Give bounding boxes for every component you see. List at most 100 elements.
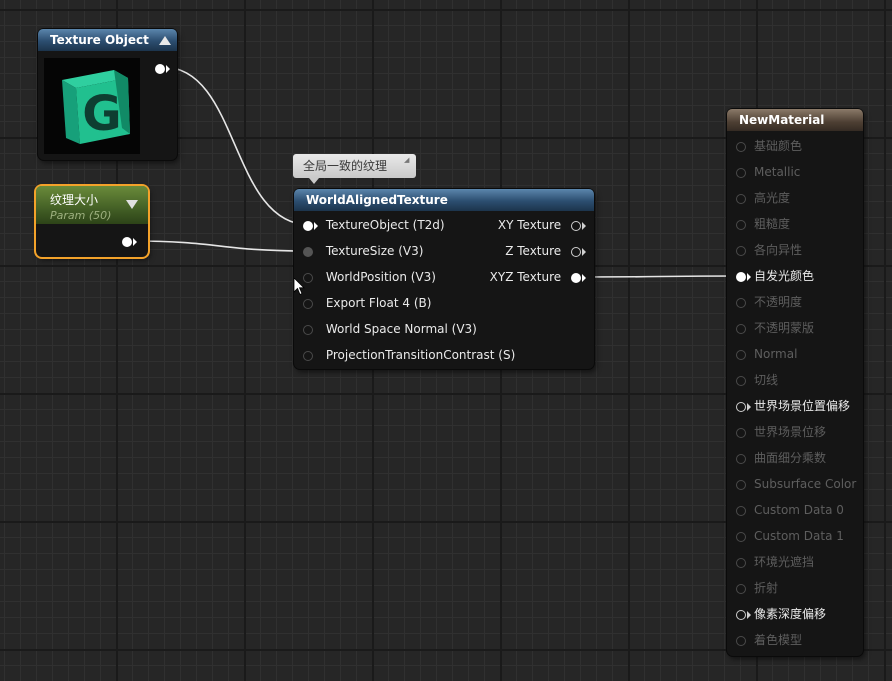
output-pin-icon[interactable] bbox=[571, 246, 581, 257]
input-pin-icon[interactable] bbox=[736, 609, 746, 620]
texture-object-header[interactable]: Texture Object bbox=[38, 29, 177, 51]
input-pin-icon[interactable] bbox=[736, 635, 746, 646]
material-input-subsurface-color[interactable]: Subsurface Color bbox=[736, 471, 856, 497]
output-label: Z Texture bbox=[505, 244, 562, 258]
input-label: Custom Data 0 bbox=[754, 503, 844, 517]
input-world-space-normal[interactable]: World Space Normal (V3) bbox=[303, 316, 477, 342]
texture-object-node[interactable]: Texture Object G bbox=[38, 29, 177, 160]
input-label: 自发光颜色 bbox=[754, 269, 815, 283]
input-label: 像素深度偏移 bbox=[754, 607, 827, 621]
input-pin-icon[interactable] bbox=[736, 427, 746, 438]
input-pin-icon[interactable] bbox=[736, 401, 746, 412]
svg-text:G: G bbox=[82, 86, 121, 142]
material-input-opacity[interactable]: 不透明度 bbox=[736, 289, 802, 315]
input-world-position[interactable]: WorldPosition (V3) bbox=[303, 264, 436, 290]
input-pin-icon[interactable] bbox=[736, 557, 746, 568]
input-pin-icon[interactable] bbox=[736, 531, 746, 542]
input-pin-icon[interactable] bbox=[736, 505, 746, 516]
input-pin-icon[interactable] bbox=[736, 167, 746, 178]
material-input-tangent[interactable]: 切线 bbox=[736, 367, 778, 393]
input-label: ProjectionTransitionContrast (S) bbox=[325, 348, 516, 362]
input-pin-icon[interactable] bbox=[736, 193, 746, 204]
input-label: World Space Normal (V3) bbox=[325, 322, 477, 336]
input-pin-icon[interactable] bbox=[736, 479, 746, 490]
dropdown-arrow-icon[interactable] bbox=[126, 200, 138, 209]
texture-thumbnail: G bbox=[44, 58, 140, 154]
material-input-custom-data-1[interactable]: Custom Data 1 bbox=[736, 523, 844, 549]
output-pin-icon[interactable] bbox=[155, 63, 165, 74]
output-xy-texture[interactable]: XY Texture bbox=[498, 212, 586, 238]
material-input-refraction[interactable]: 折射 bbox=[736, 575, 778, 601]
output-label: XYZ Texture bbox=[489, 270, 562, 284]
material-input-ambient-occlusion[interactable]: 环境光遮挡 bbox=[736, 549, 814, 575]
input-pin-icon[interactable] bbox=[736, 349, 746, 360]
input-pin-icon[interactable] bbox=[736, 245, 746, 256]
material-input-metallic[interactable]: Metallic bbox=[736, 159, 800, 185]
input-label: 世界场景位移 bbox=[754, 425, 827, 439]
material-input-emissive[interactable]: 自发光颜色 bbox=[736, 263, 814, 289]
input-pin-icon[interactable] bbox=[736, 375, 746, 386]
material-input-specular[interactable]: 高光度 bbox=[736, 185, 790, 211]
input-pin-icon[interactable] bbox=[303, 298, 313, 309]
input-label: TextureObject (T2d) bbox=[325, 218, 445, 232]
material-input-tessellation-multiplier[interactable]: 曲面细分乘数 bbox=[736, 445, 826, 471]
input-label: Subsurface Color bbox=[754, 477, 857, 491]
material-input-custom-data-0[interactable]: Custom Data 0 bbox=[736, 497, 844, 523]
material-input-world-displacement[interactable]: 世界场景位移 bbox=[736, 419, 826, 445]
input-pin-icon[interactable] bbox=[736, 219, 746, 230]
pushpin-icon[interactable]: ◢ bbox=[404, 157, 413, 164]
texture-object-output[interactable] bbox=[155, 55, 170, 81]
input-pin-icon[interactable] bbox=[736, 271, 746, 282]
output-pin-icon[interactable] bbox=[122, 236, 132, 247]
input-pin-icon[interactable] bbox=[303, 246, 313, 257]
pin-arrow-icon bbox=[314, 300, 318, 308]
texture-size-param-node[interactable]: 纹理大小 Param (50) bbox=[36, 186, 148, 257]
output-pin-icon[interactable] bbox=[571, 272, 581, 283]
pin-arrow-icon bbox=[747, 610, 751, 619]
pin-arrow-icon bbox=[582, 221, 586, 230]
input-projection-contrast[interactable]: ProjectionTransitionContrast (S) bbox=[303, 342, 515, 368]
input-pin-icon[interactable] bbox=[736, 453, 746, 464]
input-pin-icon[interactable] bbox=[736, 297, 746, 308]
input-pin-icon[interactable] bbox=[303, 324, 313, 335]
output-xyz-texture[interactable]: XYZ Texture bbox=[490, 264, 586, 290]
param-header[interactable]: 纹理大小 Param (50) bbox=[36, 186, 148, 224]
material-input-roughness[interactable]: 粗糙度 bbox=[736, 211, 790, 237]
input-pin-icon[interactable] bbox=[303, 350, 313, 361]
input-pin-icon[interactable] bbox=[736, 323, 746, 334]
input-export-float4[interactable]: Export Float 4 (B) bbox=[303, 290, 431, 316]
input-pin-icon[interactable] bbox=[736, 141, 746, 152]
input-label: 曲面细分乘数 bbox=[754, 451, 827, 465]
world-aligned-texture-title: WorldAlignedTexture bbox=[306, 193, 448, 207]
new-material-node[interactable]: NewMaterial 基础颜色 Metallic 高光度 粗糙度 各向异性 自… bbox=[727, 109, 863, 656]
wire-texture-object bbox=[162, 66, 311, 226]
pin-arrow-icon bbox=[166, 64, 170, 73]
wire-texture-size bbox=[131, 240, 308, 252]
new-material-header[interactable]: NewMaterial bbox=[727, 109, 863, 131]
comment-bubble[interactable]: 全局一致的纹理 ◢ bbox=[293, 154, 416, 184]
input-label: 不透明蒙版 bbox=[754, 321, 815, 335]
material-input-shading-model[interactable]: 着色模型 bbox=[736, 627, 802, 653]
material-input-opacity-mask[interactable]: 不透明蒙版 bbox=[736, 315, 814, 341]
input-label: 基础颜色 bbox=[754, 139, 803, 153]
pin-arrow-icon bbox=[747, 402, 751, 411]
material-input-pixel-depth-offset[interactable]: 像素深度偏移 bbox=[736, 601, 826, 627]
mouse-cursor-icon bbox=[294, 278, 305, 296]
input-texture-size[interactable]: TextureSize (V3) bbox=[303, 238, 423, 264]
output-z-texture[interactable]: Z Texture bbox=[505, 238, 586, 264]
collapse-arrow-icon[interactable] bbox=[159, 36, 171, 45]
new-material-title: NewMaterial bbox=[739, 113, 825, 127]
material-input-world-position-offset[interactable]: 世界场景位置偏移 bbox=[736, 393, 850, 419]
input-texture-object[interactable]: TextureObject (T2d) bbox=[303, 212, 445, 238]
pin-arrow-icon bbox=[747, 272, 751, 281]
material-input-anisotropy[interactable]: 各向异性 bbox=[736, 237, 802, 263]
param-output[interactable] bbox=[122, 228, 137, 254]
material-input-normal[interactable]: Normal bbox=[736, 341, 797, 367]
world-aligned-texture-node[interactable]: WorldAlignedTexture TextureObject (T2d) … bbox=[294, 189, 594, 369]
material-input-base-color[interactable]: 基础颜色 bbox=[736, 133, 802, 159]
input-pin-icon[interactable] bbox=[736, 583, 746, 594]
input-pin-icon[interactable] bbox=[303, 220, 313, 231]
world-aligned-texture-header[interactable]: WorldAlignedTexture bbox=[294, 189, 594, 211]
comment-text: 全局一致的纹理 bbox=[303, 159, 388, 173]
output-pin-icon[interactable] bbox=[571, 220, 581, 231]
